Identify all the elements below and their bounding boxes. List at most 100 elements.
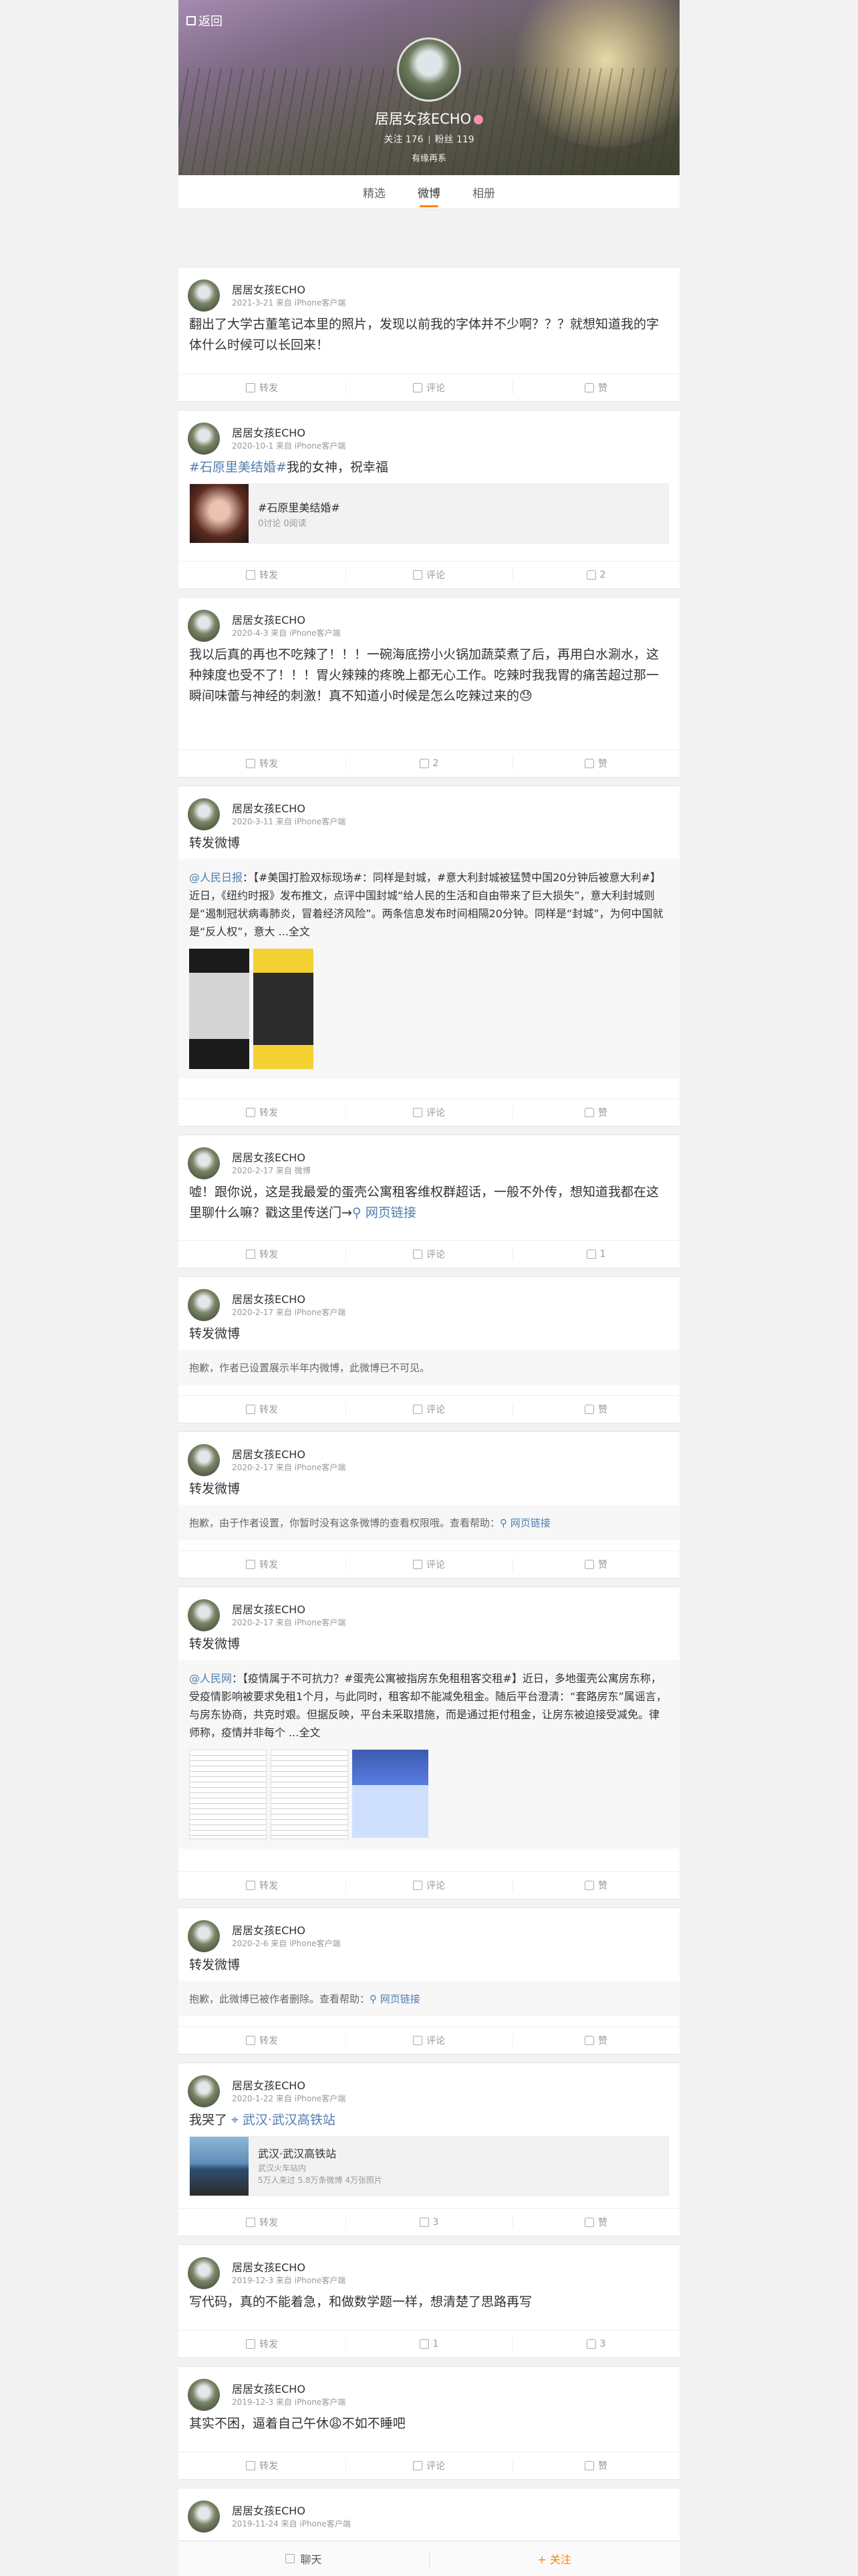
- author-name[interactable]: 居居女孩ECHO: [232, 281, 305, 297]
- repost-button[interactable]: 转发: [178, 1551, 345, 1578]
- help-link[interactable]: ⚲ 网页链接: [500, 1517, 551, 1529]
- post-card[interactable]: 居居女孩ECHO 2020-2-17 来自 iPhone客户端 转发微博 抱歉，…: [178, 1431, 680, 1578]
- author-name[interactable]: 居居女孩ECHO: [232, 1445, 305, 1461]
- comment-button[interactable]: 评论: [345, 2452, 513, 2479]
- like-button[interactable]: 赞: [513, 1551, 680, 1578]
- avatar[interactable]: [188, 2257, 220, 2289]
- avatar[interactable]: [188, 610, 220, 642]
- avatar[interactable]: [188, 279, 220, 312]
- fans-count[interactable]: 粉丝 119: [435, 134, 474, 145]
- comment-button[interactable]: 1: [345, 2331, 513, 2357]
- like-button[interactable]: 3: [513, 2331, 680, 2357]
- help-link[interactable]: ⚲ 网页链接: [370, 1993, 420, 2005]
- like-button[interactable]: 1: [513, 1241, 680, 1268]
- like-button[interactable]: 赞: [513, 1099, 680, 1126]
- post-card[interactable]: 居居女孩ECHO 2020-2-6 来自 iPhone客户端 转发微博 抱歉，此…: [178, 1907, 680, 2055]
- post-card[interactable]: 居居女孩ECHO 2020-1-22 来自 iPhone客户端 我哭了 ⌖ 武汉…: [178, 2063, 680, 2236]
- comment-button[interactable]: 评论: [345, 2027, 513, 2054]
- avatar[interactable]: [188, 2500, 220, 2533]
- post-image[interactable]: [189, 1750, 267, 1839]
- author-name[interactable]: 居居女孩ECHO: [232, 1290, 305, 1306]
- avatar[interactable]: [188, 1289, 220, 1321]
- avatar[interactable]: [188, 1920, 220, 1952]
- post-image[interactable]: [253, 949, 313, 1069]
- chat-button[interactable]: 聊天: [178, 2541, 429, 2576]
- comment-button[interactable]: 3: [345, 2209, 513, 2236]
- comment-button[interactable]: 评论: [345, 374, 513, 401]
- profile-avatar[interactable]: [397, 37, 461, 102]
- post-image[interactable]: [352, 1750, 428, 1838]
- like-button[interactable]: 赞: [513, 750, 680, 777]
- repost-button[interactable]: 转发: [178, 1396, 345, 1423]
- comment-button[interactable]: 评论: [345, 1099, 513, 1126]
- like-button[interactable]: 2: [513, 562, 680, 588]
- reposted-content[interactable]: @人民日报：【#美国打脸双标现场#：同样是封城，#意大利封城被猛赞中国20分钟后…: [178, 859, 680, 1078]
- comment-button[interactable]: 评论: [345, 1872, 513, 1899]
- avatar[interactable]: [188, 423, 220, 455]
- post-card[interactable]: 居居女孩ECHO 2021-3-21 来自 iPhone客户端 翻出了大学古董笔…: [178, 267, 680, 402]
- repost-button[interactable]: 转发: [178, 1872, 345, 1899]
- repost-button[interactable]: 转发: [178, 750, 345, 777]
- location-link[interactable]: ⌖ 武汉·武汉高铁站: [231, 2113, 335, 2127]
- repost-button[interactable]: 转发: [178, 562, 345, 588]
- web-link[interactable]: ⚲ 网页链接: [352, 1205, 416, 1220]
- avatar[interactable]: [188, 1444, 220, 1476]
- post-card[interactable]: 居居女孩ECHO 2019-12-3 来自 iPhone客户端 写代码，真的不能…: [178, 2244, 680, 2358]
- comment-button[interactable]: 评论: [345, 562, 513, 588]
- follow-button[interactable]: + 关注: [429, 2541, 680, 2576]
- like-button[interactable]: 赞: [513, 2452, 680, 2479]
- avatar[interactable]: [188, 1147, 220, 1179]
- topic-link[interactable]: #石原里美结婚#: [189, 460, 287, 475]
- repost-button[interactable]: 转发: [178, 374, 345, 401]
- author-name[interactable]: 居居女孩ECHO: [232, 424, 305, 440]
- post-image[interactable]: [189, 949, 249, 1069]
- repost-button[interactable]: 转发: [178, 2209, 345, 2236]
- reposted-content[interactable]: @人民网：【疫情属于不可抗力？#蛋壳公寓被指房东免租租客交租#】近日，多地蛋壳公…: [178, 1660, 680, 1849]
- post-card[interactable]: 居居女孩ECHO 2020-2-17 来自 iPhone客户端 转发微博 抱歉，…: [178, 1276, 680, 1423]
- repost-button[interactable]: 转发: [178, 2027, 345, 2054]
- repost-button[interactable]: 转发: [178, 2452, 345, 2479]
- avatar[interactable]: [188, 2075, 220, 2107]
- bottom-action-bar: 聊天 + 关注: [178, 2541, 680, 2576]
- author-name[interactable]: 居居女孩ECHO: [232, 800, 305, 816]
- location-card[interactable]: 武汉·武汉高铁站 武汉火车站内 5万人来过 5.8万条微博 4万张照片: [189, 2136, 669, 2196]
- author-name[interactable]: 居居女孩ECHO: [232, 1149, 305, 1165]
- mention-link[interactable]: @人民网: [189, 1672, 232, 1685]
- post-card[interactable]: 居居女孩ECHO 2019-12-3 来自 iPhone客户端 其实不困，逼着自…: [178, 2366, 680, 2480]
- post-card[interactable]: 居居女孩ECHO 2020-2-17 来自 iPhone客户端 转发微博 @人民…: [178, 1587, 680, 1899]
- like-button[interactable]: 赞: [513, 1396, 680, 1423]
- tab-featured[interactable]: 精选: [363, 176, 386, 209]
- repost-button[interactable]: 转发: [178, 1099, 345, 1126]
- back-button[interactable]: 返回: [186, 12, 223, 29]
- avatar[interactable]: [188, 798, 220, 830]
- post-card[interactable]: 居居女孩ECHO 2020-3-11 来自 iPhone客户端 转发微博 @人民…: [178, 786, 680, 1127]
- like-button[interactable]: 赞: [513, 2027, 680, 2054]
- post-card[interactable]: 居居女孩ECHO 2020-10-1 来自 iPhone客户端 #石原里美结婚#…: [178, 410, 680, 589]
- like-button[interactable]: 赞: [513, 2209, 680, 2236]
- comment-button[interactable]: 评论: [345, 1396, 513, 1423]
- author-name[interactable]: 居居女孩ECHO: [232, 2077, 305, 2093]
- comment-button[interactable]: 评论: [345, 1241, 513, 1268]
- post-card[interactable]: 居居女孩ECHO 2020-4-3 来自 iPhone客户端 我以后真的再也不吃…: [178, 597, 680, 778]
- topic-card[interactable]: #石原里美结婚# 0讨论 0阅读: [189, 483, 669, 544]
- post-card[interactable]: 居居女孩ECHO 2020-2-17 来自 微博 嘘！跟你说，这是我最爱的蛋壳公…: [178, 1135, 680, 1268]
- tab-weibo[interactable]: 微博: [418, 176, 440, 209]
- like-button[interactable]: 赞: [513, 374, 680, 401]
- author-name[interactable]: 居居女孩ECHO: [232, 2258, 305, 2274]
- repost-button[interactable]: 转发: [178, 2331, 345, 2357]
- comment-button[interactable]: 评论: [345, 1551, 513, 1578]
- author-name[interactable]: 居居女孩ECHO: [232, 2380, 305, 2396]
- comment-button[interactable]: 2: [345, 750, 513, 777]
- avatar[interactable]: [188, 2379, 220, 2411]
- author-name[interactable]: 居居女孩ECHO: [232, 611, 305, 627]
- author-name[interactable]: 居居女孩ECHO: [232, 1921, 305, 1938]
- post-image[interactable]: [271, 1750, 348, 1839]
- like-button[interactable]: 赞: [513, 1872, 680, 1899]
- tab-album[interactable]: 相册: [472, 176, 495, 209]
- mention-link[interactable]: @人民日报: [189, 871, 243, 884]
- avatar[interactable]: [188, 1599, 220, 1631]
- repost-button[interactable]: 转发: [178, 1241, 345, 1268]
- author-name[interactable]: 居居女孩ECHO: [232, 2502, 305, 2518]
- follow-count[interactable]: 关注 176: [384, 134, 423, 145]
- author-name[interactable]: 居居女孩ECHO: [232, 1601, 305, 1617]
